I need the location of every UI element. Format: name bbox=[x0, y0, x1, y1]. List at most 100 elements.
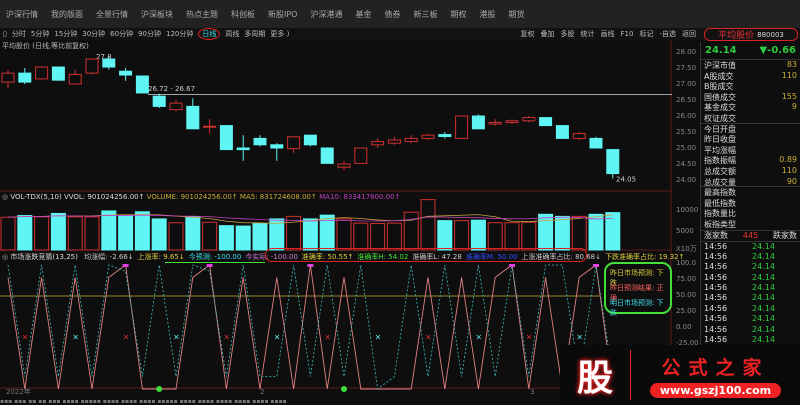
period-6[interactable]: 120分钟 bbox=[166, 29, 193, 39]
volume-bar bbox=[504, 222, 520, 251]
volume-bar bbox=[118, 215, 134, 251]
menu-item[interactable]: 沪深板块 bbox=[141, 9, 173, 20]
period-8[interactable]: 周线 bbox=[225, 29, 239, 39]
stat-label: 指数量比 bbox=[704, 209, 736, 219]
candle bbox=[287, 136, 301, 153]
menu-item[interactable]: 科创板 bbox=[231, 9, 255, 20]
stat-label: B股成交 bbox=[704, 82, 734, 92]
stat-value: 83 bbox=[786, 60, 797, 69]
tick-list[interactable]: 14:56 24.14 14:56 24.14 14:56 24.14 14:56 24.14… bbox=[701, 242, 800, 356]
volume-bar bbox=[336, 218, 352, 251]
menu-item[interactable]: 期权 bbox=[450, 9, 466, 20]
stat-row: 平均涨幅 bbox=[701, 145, 800, 156]
period-0[interactable]: 分时 bbox=[12, 29, 26, 39]
menu-item[interactable]: 债券 bbox=[384, 9, 400, 20]
tool-button[interactable]: 返回 bbox=[682, 29, 696, 39]
breadth-row: 涨家数 445 跌家数 bbox=[701, 229, 800, 242]
tools-toolbar: 复权 叠加 多股 统计 画线 F10 标记 -自选 返回 bbox=[515, 28, 696, 40]
candle bbox=[320, 147, 334, 164]
x-label: 2022年 bbox=[6, 387, 31, 396]
layout-icon[interactable]: ▯ bbox=[3, 30, 7, 38]
volume-bar bbox=[218, 225, 234, 251]
period-9[interactable]: 多周期 bbox=[244, 29, 265, 39]
candle bbox=[471, 114, 485, 130]
period-4[interactable]: 60分钟 bbox=[110, 29, 133, 39]
signal-marker: × bbox=[324, 332, 331, 341]
tool-button[interactable]: 复权 bbox=[521, 29, 535, 39]
menu-item[interactable]: 基金 bbox=[355, 9, 371, 20]
tool-button[interactable]: 标记 bbox=[639, 29, 653, 39]
period-2[interactable]: 15分钟 bbox=[54, 29, 77, 39]
stat-label: 国债成交 bbox=[704, 92, 736, 102]
security-code: 880003 bbox=[757, 30, 784, 39]
tool-button[interactable]: 叠加 bbox=[541, 29, 555, 39]
period-1[interactable]: 5分钟 bbox=[31, 29, 49, 39]
period-10[interactable]: 更多 ) bbox=[270, 29, 289, 39]
volume-bar bbox=[370, 223, 386, 251]
price-tick: 27.00 bbox=[676, 80, 697, 88]
menu-item[interactable]: 全景行情 bbox=[96, 9, 128, 20]
tick-time: 14:56 bbox=[704, 262, 728, 272]
signal-marker: × bbox=[375, 332, 382, 341]
stat-row: 昨日收盘 bbox=[701, 134, 800, 145]
tool-button[interactable]: 画线 bbox=[601, 29, 615, 39]
signal-marker: × bbox=[475, 332, 482, 341]
period-7[interactable]: 日线 bbox=[198, 28, 221, 40]
volume-bar bbox=[521, 221, 537, 251]
menu-item[interactable]: 我的版面 bbox=[51, 9, 83, 20]
period-3[interactable]: 30分钟 bbox=[82, 29, 105, 39]
vol-tick: 5000 bbox=[676, 227, 694, 235]
tool-button[interactable]: -自选 bbox=[659, 29, 676, 39]
stat-label: 平均涨幅 bbox=[704, 145, 736, 155]
tick-row: 14:56 24.14 bbox=[701, 273, 800, 283]
menu-item[interactable]: 新三板 bbox=[413, 9, 437, 20]
top-marker bbox=[509, 264, 515, 267]
menu-item[interactable]: 热点主题 bbox=[186, 9, 218, 20]
x-label: 3 bbox=[530, 388, 534, 396]
stat-row: 基金成交 9 bbox=[701, 102, 800, 113]
volume-bar bbox=[235, 225, 251, 251]
indicator-value: 下跌准确率占比: 19.32↑ bbox=[605, 253, 685, 261]
candle bbox=[404, 135, 418, 144]
stat-label: 总成交额 bbox=[704, 166, 736, 176]
candle bbox=[152, 93, 166, 108]
candle bbox=[354, 147, 368, 164]
menu-item[interactable]: 港股 bbox=[479, 9, 495, 20]
tick-price: 24.14 bbox=[752, 293, 775, 303]
candle bbox=[387, 136, 401, 145]
stat-label: A股成交 bbox=[704, 71, 734, 81]
menu-item[interactable]: 沪深行情 bbox=[6, 9, 38, 20]
volume-bar bbox=[487, 222, 503, 251]
menu-item[interactable]: 沪深港通 bbox=[310, 9, 342, 20]
prediction-line: 明日市场预测: 下跌 bbox=[610, 299, 664, 317]
volume-bar bbox=[353, 222, 369, 251]
price-change: ▼-0.66 bbox=[759, 45, 796, 56]
stat-label: 最低指数 bbox=[704, 198, 736, 208]
tool-button[interactable]: 多股 bbox=[561, 29, 575, 39]
menu-item[interactable]: 新股IPO bbox=[268, 9, 297, 20]
candle bbox=[35, 66, 49, 80]
tick-row: 14:56 24.14 bbox=[701, 242, 800, 252]
period-5[interactable]: 90分钟 bbox=[138, 29, 161, 39]
stat-label: 权证成交 bbox=[704, 113, 736, 123]
stat-row: 沪深市值 83 bbox=[701, 60, 800, 71]
candle bbox=[589, 136, 603, 149]
security-title: 平均股价 880003 bbox=[704, 28, 798, 41]
top-marker bbox=[206, 264, 213, 267]
volume-bar bbox=[571, 215, 587, 251]
stat-label: 指数振幅 bbox=[704, 156, 736, 166]
menu-item[interactable]: 期货 bbox=[508, 9, 524, 20]
tool-button[interactable]: 统计 bbox=[581, 29, 595, 39]
stat-value: 0.89 bbox=[779, 155, 797, 165]
volume-bar bbox=[168, 222, 184, 251]
tick-row: 14:56 24.14 bbox=[701, 325, 800, 335]
volume-value: VOLUME: 901024256.00↑ bbox=[146, 193, 238, 201]
volume-bar bbox=[185, 216, 201, 251]
tool-button[interactable]: F10 bbox=[621, 30, 634, 38]
candle bbox=[253, 135, 267, 147]
tick-price: 24.14 bbox=[752, 314, 775, 324]
tick-price: 24.14 bbox=[752, 251, 775, 261]
prediction-box: 昨日市场预测: 下跌 昨日预测结果: 正确 明日市场预测: 下跌 bbox=[604, 262, 672, 317]
candle bbox=[85, 58, 99, 75]
tick-row: 14:56 24.14 bbox=[701, 293, 800, 303]
